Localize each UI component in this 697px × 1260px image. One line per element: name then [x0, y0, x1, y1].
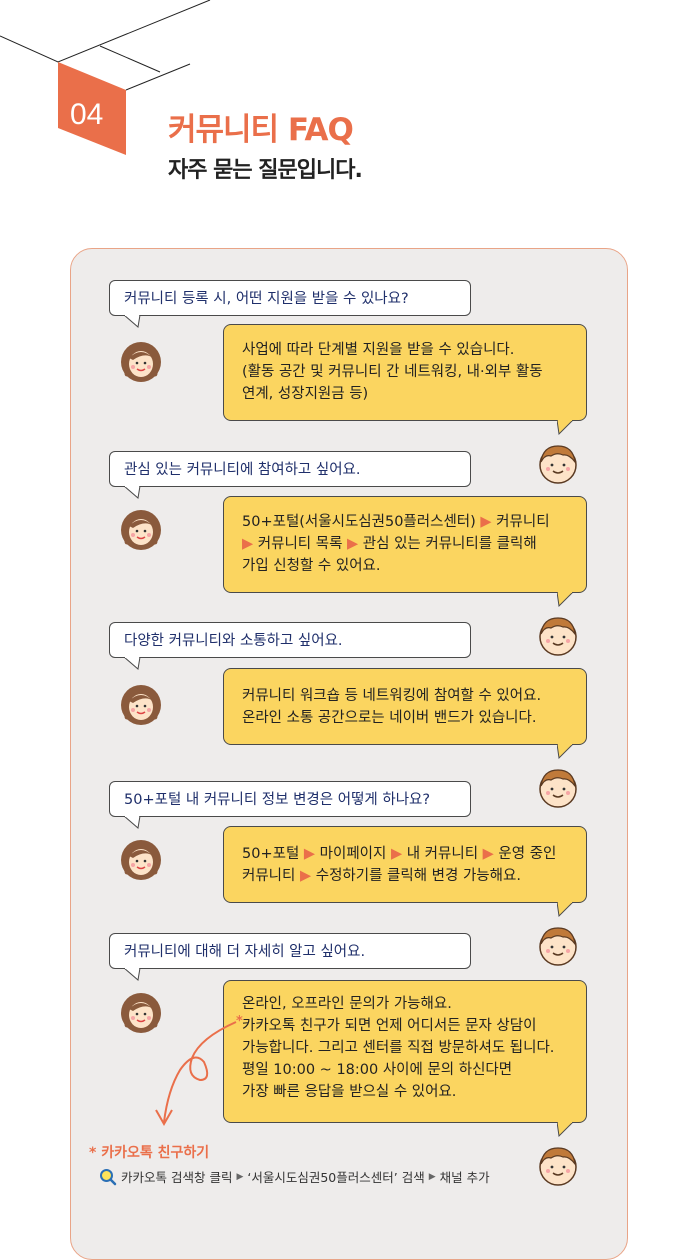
answer-line: 50+포털 ▶ 마이페이지 ▶ 내 커뮤니티 ▶ 운영 중인: [242, 846, 557, 862]
search-icon: [100, 1168, 117, 1185]
answer-line: 온라인, 오프라인 문의가 가능해요.: [242, 996, 452, 1012]
question-bubble-tail: [124, 968, 141, 981]
arrow-icon: ▶: [482, 846, 494, 862]
answer-line: ▶ 커뮤니티 목록 ▶ 관심 있는 커뮤니티를 클릭해: [242, 536, 537, 552]
answer-bubble-tail: [557, 592, 574, 608]
faq-question-2: 관심 있는 커뮤니티에 참여하고 싶어요.: [109, 451, 471, 487]
question-bubble-tail: [124, 816, 141, 829]
man-avatar-icon: [539, 445, 577, 484]
kakao-step-3: 채널 추가: [439, 1170, 490, 1185]
woman-avatar-icon: [121, 510, 161, 550]
woman-avatar-icon: [121, 840, 161, 880]
answer-line: 커뮤니티 워크숍 등 네트워킹에 참여할 수 있어요.: [242, 688, 542, 704]
section-subtitle: 자주 묻는 질문입니다.: [168, 158, 363, 183]
man-avatar-icon: [539, 927, 577, 966]
kakao-step-1: 카카오톡 검색창 클릭: [121, 1170, 233, 1185]
arrow-icon: ▶: [480, 514, 492, 530]
faq-question-5: 커뮤니티에 대해 더 자세히 알고 싶어요.: [109, 933, 471, 969]
woman-avatar-icon: [121, 685, 161, 725]
woman-avatar-icon: [121, 342, 161, 382]
section-number: 04: [70, 98, 104, 131]
answer-line: 사업에 따라 단계별 지원을 받을 수 있습니다.: [242, 342, 515, 358]
answer-line: 온라인 소통 공간으로는 네이버 밴드가 있습니다.: [242, 710, 537, 726]
man-avatar-icon: [539, 769, 577, 808]
answer-line: 가입 신청할 수 있어요.: [242, 558, 381, 574]
faq-answer-2: 50+포털(서울시도심권50플러스센터) ▶ 커뮤니티 ▶ 커뮤니티 목록 ▶ …: [223, 496, 587, 593]
section-title: 커뮤니티 FAQ: [168, 112, 354, 148]
step-separator: ▶: [428, 1171, 436, 1182]
arrow-icon: ▶: [299, 868, 312, 884]
answer-bubble-tail: [557, 744, 574, 760]
answer-line: 가능합니다. 그리고 센터를 직접 방문하셔도 됩니다.: [242, 1040, 555, 1056]
answer-line: (활동 공간 및 커뮤니티 간 네트워킹, 내·외부 활동: [242, 364, 543, 380]
arrow-icon: ▶: [390, 846, 403, 862]
answer-line: 연계, 성장지원금 등): [242, 386, 369, 402]
answer-line: 평일 10:00 ~ 18:00 사이에 문의 하신다면: [242, 1062, 513, 1078]
kakao-steps: 카카오톡 검색창 클릭 ▶ ‘서울시도심권50플러스센터’ 검색 ▶ 채널 추가: [99, 1167, 490, 1186]
curly-arrow-icon: [155, 1021, 237, 1127]
step-separator: ▶: [236, 1171, 244, 1182]
question-bubble-tail: [124, 486, 141, 499]
faq-answer-5: 온라인, 오프라인 문의가 가능해요. * 카카오톡 친구가 되면 언제 어디서든…: [223, 980, 587, 1123]
kakao-title: * 카카오톡 친구하기: [89, 1145, 210, 1161]
question-bubble-tail: [124, 657, 141, 670]
answer-bubble-tail: [557, 902, 574, 918]
man-avatar-icon: [539, 617, 577, 656]
arrow-icon: ▶: [347, 536, 359, 552]
answer-line: 50+포털(서울시도심권50플러스센터) ▶ 커뮤니티: [242, 514, 550, 530]
man-avatar-icon: [539, 1147, 577, 1186]
question-bubble-tail: [124, 315, 141, 328]
arrow-icon: ▶: [242, 536, 254, 552]
answer-bubble-tail: [557, 1122, 574, 1138]
faq-answer-3: 커뮤니티 워크숍 등 네트워킹에 참여할 수 있어요. 온라인 소통 공간으로는…: [223, 668, 587, 745]
faq-question-4: 50+포털 내 커뮤니티 정보 변경은 어떻게 하나요?: [109, 781, 471, 817]
arrow-icon: ▶: [303, 846, 316, 862]
answer-line: * 카카오톡 친구가 되면 언제 어디서든 문자 상담이: [236, 1014, 568, 1037]
kakao-step-2: ‘서울시도심권50플러스센터’ 검색: [247, 1170, 425, 1185]
faq-answer-1: 사업에 따라 단계별 지원을 받을 수 있습니다. (활동 공간 및 커뮤니티 …: [223, 324, 587, 421]
answer-bubble-tail: [557, 420, 574, 436]
faq-answer-4: 50+포털 ▶ 마이페이지 ▶ 내 커뮤니티 ▶ 운영 중인 커뮤니티 ▶ 수정…: [223, 826, 587, 903]
faq-question-1: 커뮤니티 등록 시, 어떤 지원을 받을 수 있나요?: [109, 280, 471, 316]
answer-line: 커뮤니티 ▶ 수정하기를 클릭해 변경 가능해요.: [242, 868, 521, 884]
faq-question-3: 다양한 커뮤니티와 소통하고 싶어요.: [109, 622, 471, 658]
answer-line: 가장 빠른 응답을 받으실 수 있어요.: [242, 1084, 457, 1100]
